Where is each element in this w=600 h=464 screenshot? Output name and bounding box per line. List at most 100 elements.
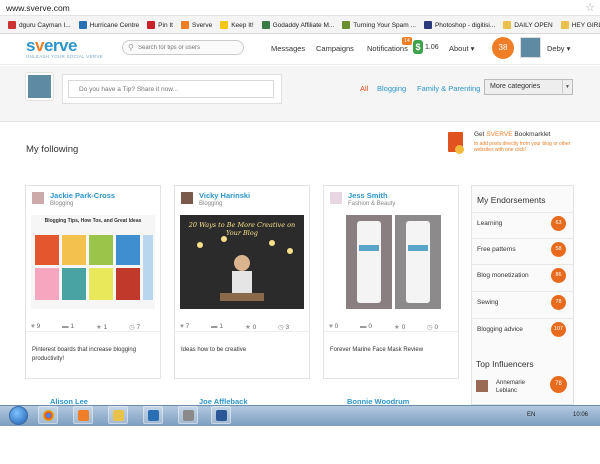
comment-count: 1 (219, 323, 223, 330)
star-stat[interactable]: ★ 1 (96, 323, 107, 331)
tip-input[interactable] (68, 80, 274, 98)
bookmark-item[interactable]: HEY GIRL (560, 16, 600, 33)
bookmark-item[interactable]: dguru Cayman I... (8, 16, 71, 33)
comment-count: 1 (70, 323, 74, 330)
comment-stat[interactable]: ▬ 1 (62, 323, 74, 330)
collage-graphic (31, 215, 155, 309)
post-image[interactable]: 20 Ways to Be More Creative on Your Blog (180, 215, 304, 309)
post-description[interactable]: Pinterest boards that increase blogging … (32, 346, 156, 363)
clock-icon: ◷ (278, 324, 284, 331)
post-card[interactable]: Jackie Park-Cross Blogging Blogging Tips… (25, 185, 161, 379)
media-taskbar-icon[interactable] (73, 406, 93, 424)
bookmark-icon (147, 21, 156, 29)
start-button[interactable] (9, 406, 28, 425)
calculator-taskbar-icon[interactable] (178, 406, 198, 424)
image-title: 20 Ways to Be More Creative on Your Blog (188, 221, 296, 237)
explorer-taskbar-icon[interactable] (108, 406, 128, 424)
author-avatar[interactable] (181, 192, 193, 204)
bookmark-label: Keep It! (231, 21, 254, 29)
comment-stat[interactable]: ▬ 0 (360, 323, 372, 330)
like-count: 0 (334, 323, 339, 330)
author-avatar[interactable] (32, 192, 44, 204)
word-taskbar-icon[interactable] (211, 406, 231, 424)
search-input[interactable] (138, 42, 238, 53)
user-menu[interactable]: Deby ▾ (547, 44, 570, 53)
author-name[interactable]: Vicky Harinski (199, 191, 250, 200)
bookmark-label: DAILY OPEN (514, 21, 553, 29)
like-stat[interactable]: ♥ 0 (329, 323, 338, 330)
endorsement-row[interactable]: Sewing 78 (472, 291, 573, 312)
bookmarklet-title[interactable]: Get SVERVE Bookmarklet (474, 131, 551, 138)
post-description[interactable]: Ideas how to be creative (181, 346, 305, 355)
endorsement-row[interactable]: Free patterns 58 (472, 238, 573, 259)
sverve-logo[interactable]: sverve (26, 36, 77, 56)
star-icon[interactable]: ☆ (585, 1, 595, 14)
next-card-name[interactable]: Alison Lee (50, 397, 88, 405)
post-image[interactable]: Blogging Tips, How Tos, and Great Ideas (31, 215, 155, 309)
bookmark-item[interactable]: Turning Your Spam ... (342, 16, 416, 33)
comment-count: 0 (368, 323, 372, 330)
user-avatar[interactable] (520, 37, 541, 58)
language-indicator[interactable]: EN (527, 412, 535, 418)
heart-icon: ♥ (329, 323, 333, 330)
bookmark-item[interactable]: Sverve (180, 16, 213, 33)
influencer-avatar[interactable] (476, 380, 488, 392)
endorsement-row[interactable]: Blog monetization 86 (472, 264, 573, 285)
nav-campaigns[interactable]: Campaigns (316, 44, 354, 53)
post-card[interactable]: Vicky Harinski Blogging 20 Ways to Be Mo… (174, 185, 310, 379)
post-image[interactable] (329, 215, 453, 309)
post-description[interactable]: Forever Marine Face Mask Review (330, 346, 454, 355)
bookmark-item[interactable]: DAILY OPEN (503, 16, 553, 33)
view-count: 7 (136, 324, 141, 331)
star-stat[interactable]: ★ 0 (394, 323, 405, 331)
filter-family-parenting[interactable]: Family & Parenting (417, 84, 480, 93)
author-category: Fashion & Beauty (348, 201, 396, 207)
search-box[interactable]: ⚲ (122, 40, 244, 55)
next-card-name[interactable]: Joe Affleback (199, 397, 248, 405)
app-taskbar-icon[interactable] (143, 406, 163, 424)
more-categories-label: More categories (490, 83, 541, 90)
star-count: 0 (401, 324, 406, 331)
filter-all[interactable]: All (360, 84, 368, 93)
bookmarklet-brand: SVERVE (486, 131, 513, 138)
comment-stat[interactable]: ▬ 1 (211, 323, 223, 330)
author-avatar[interactable] (330, 192, 342, 204)
url-text[interactable]: www.sverve.com (6, 3, 70, 13)
bookmark-item[interactable]: Photoshop - digitisi... (423, 16, 495, 33)
chrome-taskbar-icon[interactable] (38, 406, 58, 424)
bookmark-icon (560, 21, 569, 29)
bookmark-label: Sverve (191, 21, 213, 29)
like-count: 7 (185, 323, 190, 330)
author-name[interactable]: Jackie Park-Cross (50, 191, 115, 200)
post-card[interactable]: Jess Smith Fashion & Beauty ♥ 0 ▬ 0 ★ 0 … (323, 185, 459, 379)
comment-icon: ▬ (62, 323, 69, 330)
nav-about[interactable]: About ▾ (449, 44, 474, 53)
star-stat[interactable]: ★ 0 (245, 323, 256, 331)
author-name[interactable]: Jess Smith (348, 191, 388, 200)
bookmark-item[interactable]: Godaddy Affiliate M... (261, 16, 334, 33)
like-stat[interactable]: ♥ 7 (180, 323, 189, 330)
comment-icon: ▬ (360, 323, 367, 330)
influencer-name[interactable]: Annemarie Leblanc (496, 379, 546, 395)
more-categories-select[interactable]: More categories ▼ (484, 79, 573, 95)
like-stat[interactable]: ♥ 9 (31, 323, 40, 330)
dollar-icon[interactable]: $ (413, 40, 423, 54)
sverve-score-badge[interactable]: 38 (492, 37, 514, 59)
post-stats: ♥ 0 ▬ 0 ★ 0 ◷ 0 (324, 320, 458, 332)
next-card-name[interactable]: Bonnie Woodrum (347, 397, 409, 405)
product-photos (346, 215, 441, 309)
bookmark-icon (220, 21, 229, 29)
post-stats: ♥ 9 ▬ 1 ★ 1 ◷ 7 (26, 320, 160, 332)
bookmark-item[interactable]: Keep It! (220, 16, 254, 33)
clock[interactable]: 10:06 (573, 412, 588, 418)
star-icon: ★ (394, 324, 400, 331)
filter-blogging[interactable]: Blogging (377, 84, 406, 93)
nav-messages[interactable]: Messages (271, 44, 305, 53)
endorsement-row[interactable]: Blogging advice 107 (472, 318, 573, 339)
nav-notifications[interactable]: Notifications (367, 44, 408, 53)
bookmark-item[interactable]: Pin It (147, 16, 173, 33)
address-bar[interactable]: www.sverve.com ☆ (0, 0, 600, 16)
view-stat: ◷ 7 (129, 323, 140, 331)
endorsement-row[interactable]: Learning 63 (472, 212, 573, 233)
bookmark-item[interactable]: Hurricane Centre (78, 16, 139, 33)
